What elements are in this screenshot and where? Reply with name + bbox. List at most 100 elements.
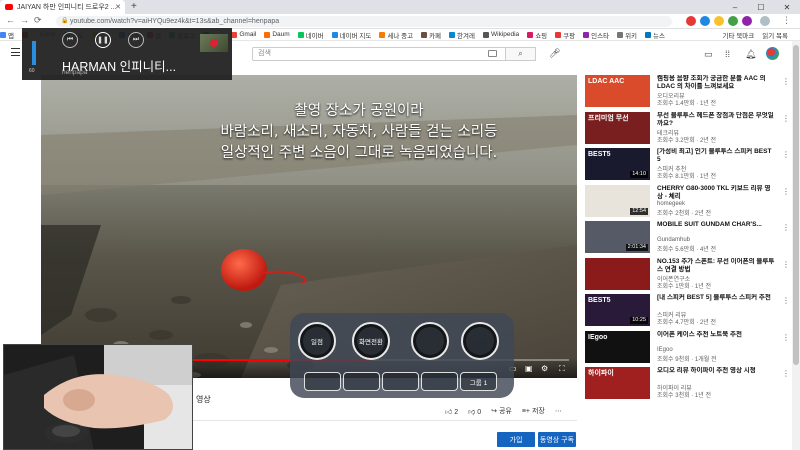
- like-button[interactable]: 👍︎ 2: [445, 407, 458, 416]
- pad-rect-button[interactable]: 그룹 1: [460, 372, 497, 391]
- recommendation-item[interactable]: IEgoo 이어폰 케이스 추천 노트북 추천 IEgoo 조회수 9천회 · 1개월…: [585, 329, 790, 366]
- subscribe-button[interactable]: 동영상 구독: [538, 432, 576, 447]
- more-actions-icon[interactable]: ⋯: [555, 407, 562, 415]
- recommendation-thumbnail[interactable]: BEST5 10:25: [585, 294, 650, 326]
- bookmark-item[interactable]: 세나 중고: [379, 30, 413, 40]
- pad-rect-button[interactable]: [382, 372, 419, 391]
- new-tab-icon[interactable]: +: [131, 1, 137, 12]
- notifications-bell-icon[interactable]: 🔔︎: [745, 49, 756, 60]
- bookmark-item[interactable]: 네이버: [297, 30, 324, 40]
- bookmark-item[interactable]: 네이버 지도: [331, 30, 371, 40]
- extension-icon[interactable]: [700, 16, 710, 26]
- recommendation-title[interactable]: [내 스피커 BEST 5] 블루투스 스피커 추천: [657, 294, 775, 302]
- settings-gear-icon[interactable]: ⚙: [541, 364, 548, 373]
- search-input[interactable]: 검색: [252, 47, 506, 61]
- extension-icon[interactable]: [714, 16, 724, 26]
- pause-icon[interactable]: ❚❚: [95, 32, 111, 48]
- close-window-icon[interactable]: ✕: [774, 0, 800, 14]
- recommendation-thumbnail[interactable]: 프리미엄 무선: [585, 111, 650, 144]
- recommendation-title[interactable]: NO.153 추가 스폰트: 무선 이어폰의 블루투스 연결 방법: [657, 258, 775, 274]
- pad-rect-button[interactable]: [421, 372, 458, 391]
- microphone-icon[interactable]: 🎤︎: [549, 48, 560, 59]
- recommendation-title[interactable]: [가성비 최고] 인기 블루투스 스피커 BEST 5: [657, 148, 775, 164]
- extension-icon[interactable]: [686, 16, 696, 26]
- recommendation-channel[interactable]: IEgoo: [657, 347, 673, 353]
- bookmark-item[interactable]: 쇼핑: [527, 30, 547, 40]
- bookmark-item[interactable]: 뉴스: [645, 30, 665, 40]
- back-icon[interactable]: ←: [6, 15, 15, 25]
- next-track-icon[interactable]: ⏭: [128, 32, 144, 48]
- minimize-icon[interactable]: –: [722, 0, 748, 14]
- fullscreen-icon[interactable]: ⛶: [559, 364, 565, 374]
- extension-icon[interactable]: [728, 16, 738, 26]
- page-scrollbar[interactable]: [792, 41, 800, 450]
- bookmark-item[interactable]: 카페: [421, 30, 441, 40]
- previous-track-icon[interactable]: ⏮: [62, 32, 78, 48]
- volume-slider[interactable]: 60: [29, 32, 39, 74]
- bookmark-item[interactable]: Daum: [264, 31, 290, 38]
- more-options-icon[interactable]: ⋮: [782, 150, 790, 159]
- more-options-icon[interactable]: ⋮: [782, 260, 790, 269]
- recommendation-thumbnail[interactable]: LDAC AAC: [585, 75, 650, 107]
- recommendation-channel[interactable]: homegeek: [657, 201, 685, 207]
- pad-round-button[interactable]: 화면전환: [352, 322, 390, 360]
- recommendation-item[interactable]: BEST5 14:10 [가성비 최고] 인기 블루투스 스피커 BEST 5 스피커…: [585, 146, 790, 183]
- browser-tab-youtube[interactable]: JAIYAN 하만 인피니티 드로우2 ... ✕: [0, 0, 125, 14]
- recommendation-item[interactable]: NO.153 추가 스폰트: 무선 이어폰의 블루투스 연결 방법 이어폰연구소 조…: [585, 256, 790, 293]
- search-button[interactable]: ⌕: [506, 47, 536, 61]
- more-options-icon[interactable]: ⋮: [782, 333, 790, 342]
- pad-round-button[interactable]: 일점: [298, 322, 336, 360]
- more-options-icon[interactable]: ⋮: [782, 223, 790, 232]
- pad-rect-button[interactable]: [343, 372, 380, 391]
- more-options-icon[interactable]: ⋮: [782, 187, 790, 196]
- recommendation-title[interactable]: 캠핑용 음향 조회가 궁금한 분들 AAC 의 LDAC 의 차이를 느껴보세요: [657, 75, 775, 91]
- join-button[interactable]: 가입: [497, 432, 535, 447]
- recommendation-thumbnail[interactable]: 12:54: [585, 184, 650, 217]
- recommendation-title[interactable]: CHERRY G80-3000 TKL 키보드 리뷰 영상 - 체리: [657, 185, 775, 201]
- address-bar[interactable]: 🔒 youtube.com/watch?v=aiHYQu9ez4k&t=13s&…: [56, 16, 672, 27]
- more-options-icon[interactable]: ⋮: [782, 369, 790, 378]
- bookmark-item[interactable]: 한겨레: [449, 30, 475, 40]
- recommendation-thumbnail[interactable]: [585, 257, 650, 290]
- recommendation-title[interactable]: MOBILE SUIT GUNDAM CHAR'S...: [657, 221, 775, 229]
- create-video-icon[interactable]: ▭: [704, 49, 713, 60]
- bookmark-folder[interactable]: 읽기 목록: [762, 30, 788, 40]
- recommendation-item[interactable]: 프리미엄 무선 무선 블루투스 헤드폰 장점과 단점은 무엇일까요? 테크리뷰 조회수…: [585, 110, 790, 147]
- recommendation-thumbnail[interactable]: 하이파이: [585, 367, 650, 399]
- share-button[interactable]: ↪ 공유: [491, 406, 512, 416]
- recommendation-title[interactable]: 오디오 리뷰 하이파이 추천 영상 시청: [657, 367, 775, 375]
- profile-avatar[interactable]: [760, 16, 770, 26]
- forward-icon[interactable]: →: [20, 15, 29, 25]
- recommendation-title[interactable]: 이어폰 케이스 추천 노트북 추천: [657, 331, 775, 339]
- recommendation-item[interactable]: 12:54 CHERRY G80-3000 TKL 키보드 리뷰 영상 - 체리 h…: [585, 183, 790, 220]
- recommendation-item[interactable]: 하이파이 오디오 리뷰 하이파이 추천 영상 시청 하이파이 리뷰 조회수 3천회 ·…: [585, 365, 790, 402]
- recommendation-channel[interactable]: Gundamhub: [657, 237, 690, 243]
- recommendation-item[interactable]: BEST5 10:25 [내 스피커 BEST 5] 블루투스 스피커 추천 스피커 …: [585, 292, 790, 329]
- bookmark-item[interactable]: 앱: [0, 30, 14, 40]
- user-avatar[interactable]: [766, 47, 779, 60]
- keyboard-icon[interactable]: [488, 50, 497, 57]
- browser-menu-icon[interactable]: ⋮: [782, 15, 791, 26]
- more-options-icon[interactable]: ⋮: [782, 77, 790, 86]
- dislike-button[interactable]: 👎︎ 0: [468, 407, 481, 416]
- maximize-icon[interactable]: ☐: [748, 0, 774, 14]
- reload-icon[interactable]: ⟳: [34, 15, 42, 26]
- pad-round-button[interactable]: [461, 322, 499, 360]
- bookmark-item[interactable]: 쿠팡: [555, 30, 575, 40]
- bookmark-item[interactable]: Gmail: [231, 31, 256, 38]
- more-options-icon[interactable]: ⋮: [782, 114, 790, 123]
- bookmark-folder[interactable]: 기타 북마크: [723, 30, 755, 40]
- pad-rect-button[interactable]: [304, 372, 341, 391]
- recommendation-item[interactable]: 2:01:34 MOBILE SUIT GUNDAM CHAR'S... Gunda…: [585, 219, 790, 256]
- bookmark-item[interactable]: 인스타: [583, 30, 609, 40]
- extension-icon[interactable]: [742, 16, 752, 26]
- recommendation-item[interactable]: LDAC AAC 캠핑용 음향 조회가 궁금한 분들 AAC 의 LDAC 의 차…: [585, 73, 790, 110]
- recommendation-thumbnail[interactable]: 2:01:34: [585, 221, 650, 253]
- bookmark-item[interactable]: 위키: [617, 30, 637, 40]
- bookmark-item[interactable]: Wikipedia: [483, 31, 519, 38]
- recommendation-title[interactable]: 무선 블루투스 헤드폰 장점과 단점은 무엇일까요?: [657, 112, 775, 128]
- pad-round-button[interactable]: [411, 322, 449, 360]
- tab-close-icon[interactable]: ✕: [115, 3, 121, 11]
- hamburger-menu-icon[interactable]: [11, 48, 20, 59]
- recommendation-thumbnail[interactable]: IEgoo: [585, 330, 650, 363]
